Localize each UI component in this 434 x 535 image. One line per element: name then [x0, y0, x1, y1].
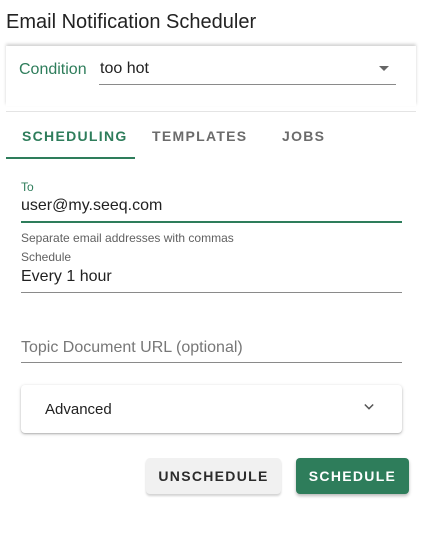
- to-field-underline: [21, 221, 402, 223]
- tab-templates[interactable]: Templates: [152, 128, 247, 144]
- tab-scheduling[interactable]: Scheduling: [22, 128, 128, 144]
- active-tab-indicator: [6, 157, 135, 159]
- condition-selected-value: too hot: [100, 60, 149, 77]
- schedule-field-label: Schedule: [21, 250, 72, 264]
- condition-panel: Condition too hot: [6, 46, 416, 106]
- unschedule-button[interactable]: Unschedule: [146, 458, 281, 494]
- dropdown-arrow-icon[interactable]: [379, 66, 389, 71]
- schedule-button[interactable]: Schedule: [296, 458, 409, 494]
- tab-bar: Scheduling Templates Jobs: [6, 112, 416, 160]
- condition-select[interactable]: too hot: [99, 56, 396, 85]
- chevron-down-icon: [364, 403, 374, 410]
- tab-jobs[interactable]: Jobs: [282, 128, 325, 144]
- advanced-expander[interactable]: Advanced: [21, 385, 402, 433]
- schedule-field-underline: [21, 292, 402, 293]
- page-title: Email Notification Scheduler: [6, 11, 257, 33]
- advanced-label: Advanced: [45, 401, 112, 418]
- to-field-helper-text: Separate email addresses with commas: [21, 231, 234, 245]
- condition-label: Condition: [19, 61, 87, 78]
- to-field[interactable]: user@my.seeq.com: [21, 197, 162, 215]
- to-field-label: To: [21, 180, 34, 194]
- schedule-field[interactable]: Every 1 hour: [21, 268, 112, 286]
- topic-document-url-input[interactable]: [21, 334, 402, 363]
